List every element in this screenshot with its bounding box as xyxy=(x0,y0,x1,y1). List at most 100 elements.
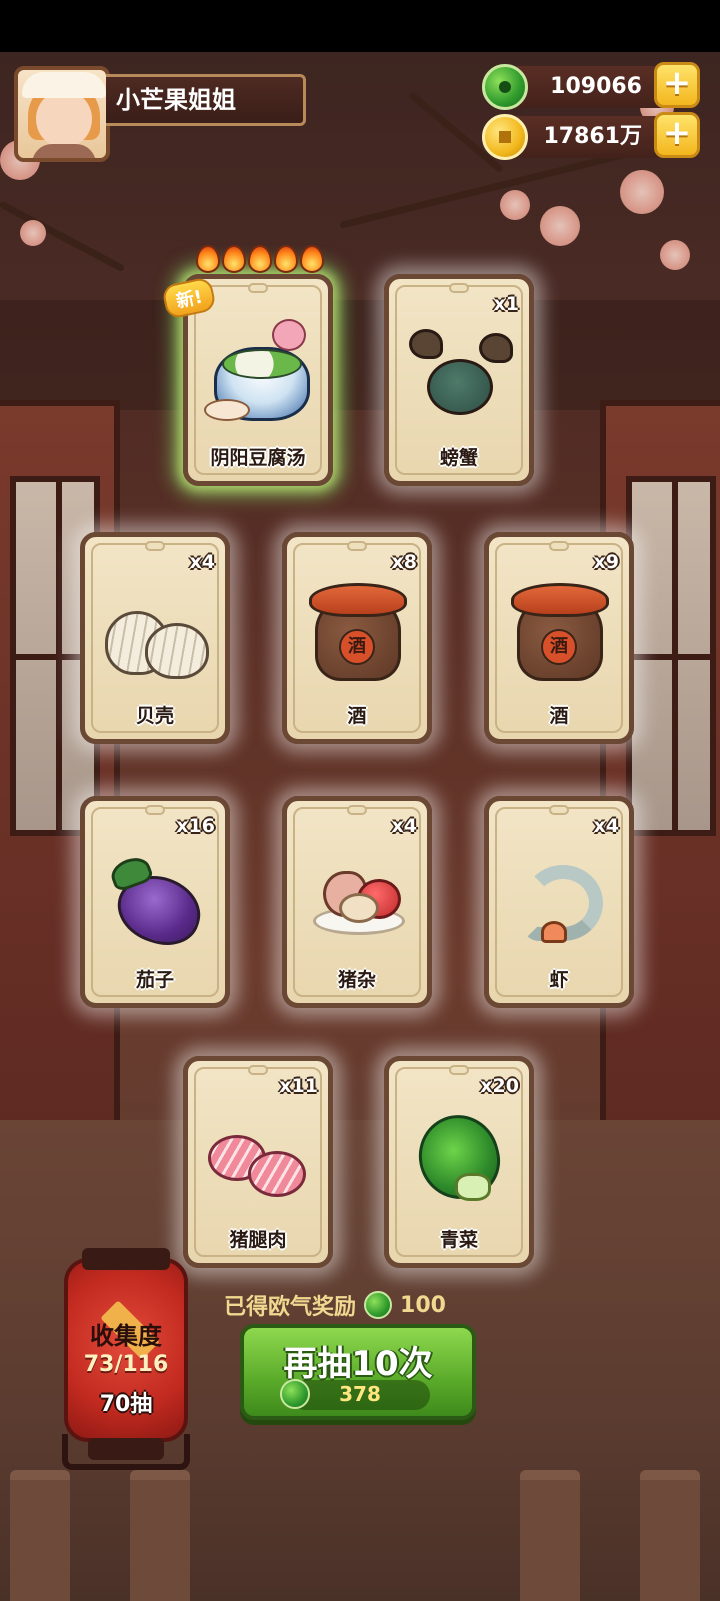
flame-icon xyxy=(222,245,246,273)
card-count: x1 xyxy=(493,293,519,315)
luck-reward-value: 100 xyxy=(400,1292,446,1318)
card-knob xyxy=(248,283,268,293)
right-door xyxy=(600,400,720,1140)
meat-piece xyxy=(339,893,379,923)
flame-icon xyxy=(300,245,324,273)
card-shrimp[interactable]: x4 虾 xyxy=(484,796,634,1008)
card-count: x4 xyxy=(189,551,215,573)
greens-stem xyxy=(455,1173,491,1201)
card-name: 酒 xyxy=(549,705,569,727)
card-knob xyxy=(248,1065,268,1075)
card-knob xyxy=(145,541,165,551)
jar-cloth xyxy=(511,583,609,617)
card-name: 阴阳豆腐汤 xyxy=(210,447,306,469)
card-knob xyxy=(549,541,569,551)
fence-post xyxy=(10,1470,70,1601)
coin-icon xyxy=(482,114,528,160)
soup-surface xyxy=(222,349,302,379)
blossom xyxy=(660,240,690,270)
coin-amount: 17861万 xyxy=(543,124,642,149)
lantern-stand xyxy=(62,1434,190,1470)
greens-icon xyxy=(409,1101,509,1211)
branch xyxy=(0,200,126,273)
fence-post xyxy=(640,1470,700,1601)
collection-title: 收集度 xyxy=(90,1322,162,1350)
card-knob xyxy=(449,283,469,293)
card-count: x16 xyxy=(176,815,215,837)
lotus-flower xyxy=(272,319,306,351)
add-coin-button[interactable]: + xyxy=(654,112,700,158)
card-name: 贝壳 xyxy=(135,705,174,727)
card-name: 螃蟹 xyxy=(439,447,478,469)
crab-icon xyxy=(409,319,513,429)
status-bar xyxy=(0,0,720,52)
card-pork[interactable]: x11 猪腿肉 xyxy=(183,1056,333,1268)
pork-icon xyxy=(208,1101,308,1211)
eggplant-icon xyxy=(105,841,210,955)
card-name: 虾 xyxy=(549,969,569,991)
card-count: x4 xyxy=(593,815,619,837)
pork-slice xyxy=(248,1151,306,1197)
draw-cost-value: 378 xyxy=(339,1382,381,1406)
player-avatar[interactable] xyxy=(14,66,110,162)
add-jade-button[interactable]: + xyxy=(654,62,700,108)
collection-progress: 73/116 xyxy=(83,1352,169,1377)
draw-cost: 378 xyxy=(280,1379,430,1410)
collection-lantern[interactable]: 收集度 73/116 70抽 xyxy=(64,1248,188,1460)
card-shell[interactable]: x4 贝壳 xyxy=(80,532,230,744)
wine-jar-icon: 酒 xyxy=(509,577,609,687)
card-eggplant[interactable]: x16 茄子 xyxy=(80,796,230,1008)
luck-reward: 已得欧气奖励 100 xyxy=(224,1288,484,1322)
card-count: x20 xyxy=(480,1075,519,1097)
draw-again-button[interactable]: 再抽10次 378 xyxy=(240,1324,476,1420)
card-count: x8 xyxy=(391,551,417,573)
shell-icon xyxy=(105,577,209,687)
flame-icon xyxy=(274,245,298,273)
pork-offal-icon xyxy=(307,841,407,951)
avatar-body xyxy=(32,144,96,158)
jade-currency: 109066 + xyxy=(482,62,700,110)
jar-cloth xyxy=(309,583,407,617)
card-knob xyxy=(347,541,367,551)
shrimp-icon xyxy=(509,841,609,951)
card-knob xyxy=(347,805,367,815)
fence-post xyxy=(130,1470,190,1601)
card-crab[interactable]: x1 螃蟹 xyxy=(384,274,534,486)
door-lattice xyxy=(626,476,716,836)
card-featured[interactable]: 新! 阴阳豆腐汤 xyxy=(161,245,333,486)
card-wine[interactable]: x9 酒 酒 xyxy=(484,532,634,744)
wine-jar-icon: 酒 xyxy=(307,577,407,687)
card-knob xyxy=(449,1065,469,1075)
collection-draws: 70抽 xyxy=(99,1392,153,1417)
card-wine[interactable]: x8 酒 酒 xyxy=(282,532,432,744)
card-greens[interactable]: x20 青菜 xyxy=(384,1056,534,1268)
avatar-face xyxy=(36,90,92,148)
soup-icon xyxy=(204,319,310,429)
blossom xyxy=(500,190,530,220)
rarity-flames xyxy=(196,245,336,275)
jade-icon xyxy=(482,64,528,110)
card-name: 青菜 xyxy=(439,1229,478,1251)
blossom xyxy=(540,206,580,246)
wall-band xyxy=(0,300,720,410)
crab-claw xyxy=(409,329,443,359)
card-knob xyxy=(145,805,165,815)
flame-icon xyxy=(196,245,220,273)
crab-claw xyxy=(479,333,513,363)
card-offal[interactable]: x4 猪杂 xyxy=(282,796,432,1008)
fence-post xyxy=(520,1470,580,1601)
blossom xyxy=(20,220,46,246)
jade-amount: 109066 xyxy=(550,74,642,99)
luck-reward-label: 已得欧气奖励 xyxy=(224,1295,357,1320)
card-name: 猪杂 xyxy=(337,969,376,991)
jar-label: 酒 xyxy=(339,629,375,665)
draw-again-label: 再抽10次 xyxy=(283,1344,433,1384)
side-dish xyxy=(204,399,250,421)
shell-piece xyxy=(145,623,209,679)
card-count: x11 xyxy=(279,1075,318,1097)
crab-body xyxy=(427,359,493,415)
blossom xyxy=(620,170,664,214)
player-name: 小芒果姐姐 xyxy=(106,74,306,126)
coin-currency: 17861万 + xyxy=(482,112,700,160)
avatar-hat xyxy=(22,72,106,98)
